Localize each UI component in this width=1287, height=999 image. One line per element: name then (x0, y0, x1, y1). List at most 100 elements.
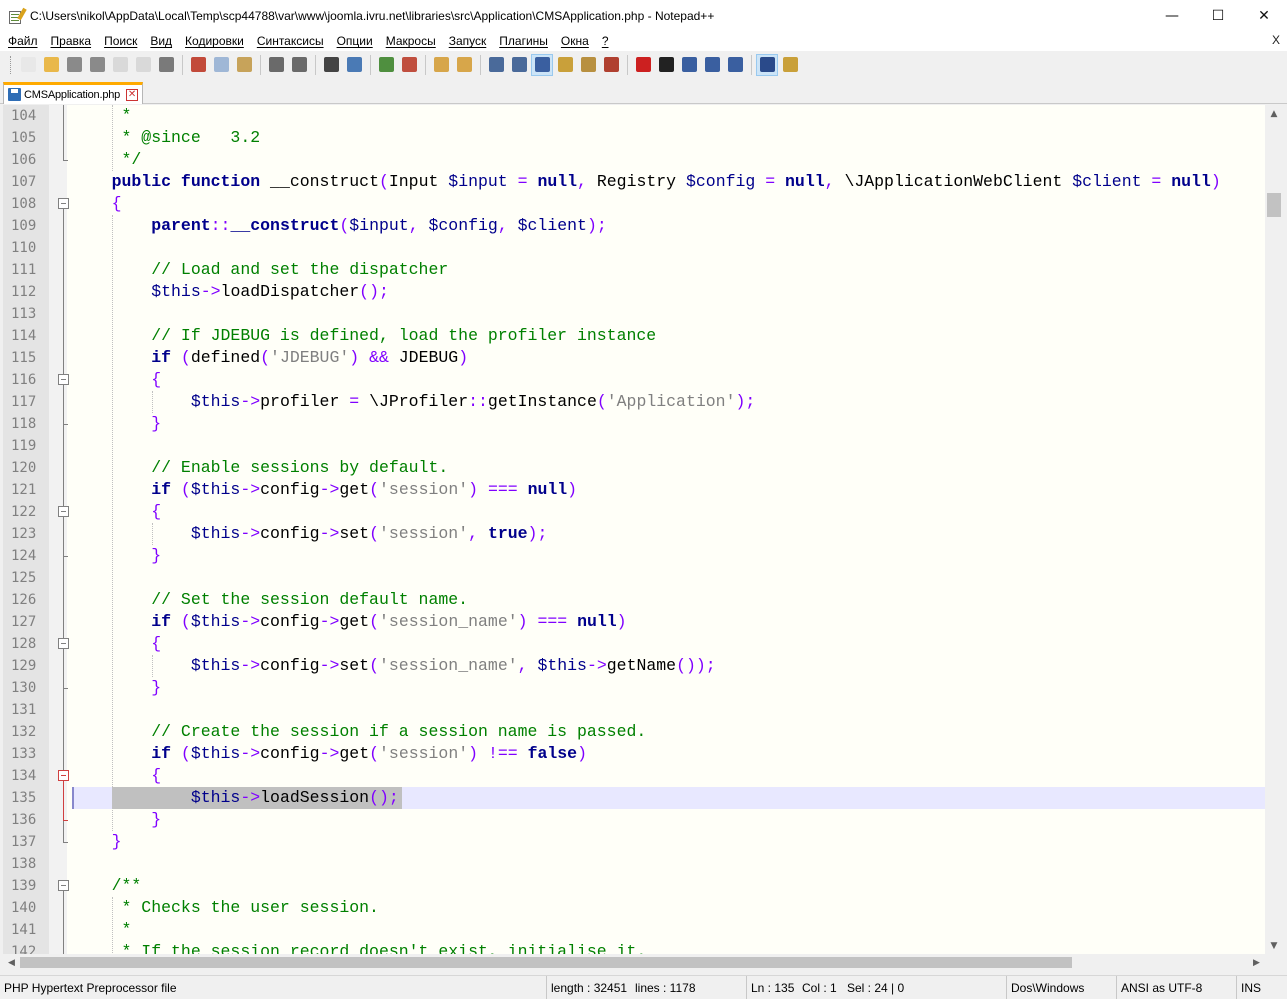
sync-horizontal-button[interactable] (453, 54, 475, 76)
fold-toggle-icon[interactable] (58, 638, 69, 649)
indent-guide-button[interactable] (531, 53, 553, 76)
code-line[interactable]: 127 if ($this->config->get('session_name… (3, 611, 1265, 633)
spell-settings-button[interactable] (779, 54, 801, 76)
code-line[interactable]: 111 // Load and set the dispatcher (3, 259, 1265, 281)
menu-file[interactable]: Файл (2, 34, 45, 48)
code-line[interactable]: 141 * (3, 919, 1265, 941)
menu-language[interactable]: Синтаксисы (251, 34, 331, 48)
save-all-button[interactable] (86, 54, 108, 76)
fold-toggle-icon[interactable] (58, 880, 69, 891)
code-line[interactable]: 137 } (3, 831, 1265, 853)
toolbar-grip[interactable] (10, 55, 13, 74)
menu-run[interactable]: Запуск (443, 34, 494, 48)
menu-edit[interactable]: Правка (45, 34, 99, 48)
record-macro-button[interactable] (632, 54, 654, 76)
tab-cmsapplication[interactable]: CMSApplication.php ✕ (3, 82, 144, 104)
code-line[interactable]: 104 * (3, 105, 1265, 127)
horizontal-scrollbar[interactable]: ◀ ▶ (3, 954, 1265, 971)
horizontal-scroll-thumb[interactable] (20, 957, 1072, 968)
code-editor[interactable]: 104 * 105 * @since 3.2 106 */107 public fu… (3, 105, 1265, 954)
code-line[interactable]: 108 { (3, 193, 1265, 215)
copy-button[interactable] (210, 54, 232, 76)
code-line[interactable]: 118 } (3, 413, 1265, 435)
status-eol[interactable]: Dos\Windows (1006, 976, 1084, 999)
spell-check-button[interactable] (756, 53, 778, 76)
code-line[interactable]: 114 // If JDEBUG is defined, load the pr… (3, 325, 1265, 347)
code-line[interactable]: 138 (3, 853, 1265, 875)
scroll-up-arrow[interactable]: ▲ (1265, 105, 1283, 122)
code-line[interactable]: 123 $this->config->set('session', true); (3, 523, 1265, 545)
code-line[interactable]: 131 (3, 699, 1265, 721)
close-document-button[interactable]: X (1272, 33, 1280, 47)
vertical-scrollbar[interactable]: ▲ ▼ (1265, 105, 1283, 954)
close-all-button[interactable] (132, 54, 154, 76)
code-line[interactable]: 115 if (defined('JDEBUG') && JDEBUG) (3, 347, 1265, 369)
open-file-button[interactable] (40, 54, 62, 76)
menu-macro[interactable]: Макросы (380, 34, 443, 48)
scroll-right-arrow[interactable]: ▶ (1248, 954, 1265, 971)
code-line[interactable]: 134 { (3, 765, 1265, 787)
menu-encoding[interactable]: Кодировки (179, 34, 251, 48)
code-line[interactable]: 126 // Set the session default name. (3, 589, 1265, 611)
status-insert-mode[interactable]: INS (1236, 976, 1261, 999)
code-line[interactable]: 113 (3, 303, 1265, 325)
save-macro-button[interactable] (724, 54, 746, 76)
new-file-button[interactable] (17, 54, 39, 76)
close-tab-icon[interactable]: ✕ (126, 88, 139, 101)
menu-plugins[interactable]: Плагины (493, 34, 555, 48)
code-line[interactable]: 128 { (3, 633, 1265, 655)
code-line[interactable]: 119 (3, 435, 1265, 457)
stop-record-button[interactable] (655, 54, 677, 76)
print-button[interactable] (155, 54, 177, 76)
find-button[interactable] (320, 54, 342, 76)
code-line[interactable]: 133 if ($this->config->get('session') !=… (3, 743, 1265, 765)
replace-button[interactable] (343, 54, 365, 76)
code-line[interactable]: 140 * Checks the user session. (3, 897, 1265, 919)
code-line[interactable]: 139 /** (3, 875, 1265, 897)
fold-toggle-icon[interactable] (58, 506, 69, 517)
play-macro-button[interactable] (678, 54, 700, 76)
close-button[interactable] (109, 54, 131, 76)
menu-settings[interactable]: Опции (331, 34, 380, 48)
code-line[interactable]: 106 */ (3, 149, 1265, 171)
code-line[interactable]: 122 { (3, 501, 1265, 523)
code-line[interactable]: 105 * @since 3.2 (3, 127, 1265, 149)
paste-button[interactable] (233, 54, 255, 76)
cut-button[interactable] (187, 54, 209, 76)
fold-toggle-icon[interactable] (58, 770, 69, 781)
code-line[interactable]: 124 } (3, 545, 1265, 567)
run-macro-multiple-button[interactable] (701, 54, 723, 76)
zoom-out-button[interactable] (398, 54, 420, 76)
code-line[interactable]: 125 (3, 567, 1265, 589)
code-line[interactable]: 112 $this->loadDispatcher(); (3, 281, 1265, 303)
vertical-scroll-thumb[interactable] (1267, 193, 1281, 217)
code-line[interactable]: 117 $this->profiler = \JProfiler::getIns… (3, 391, 1265, 413)
udl-button[interactable] (554, 54, 576, 76)
sync-vertical-button[interactable] (430, 54, 452, 76)
code-line[interactable]: 142 * If the session record doesn't exis… (3, 941, 1265, 954)
code-line[interactable]: 110 (3, 237, 1265, 259)
scroll-down-arrow[interactable]: ▼ (1265, 937, 1283, 954)
scroll-left-arrow[interactable]: ◀ (3, 954, 20, 971)
code-line[interactable]: 132 // Create the session if a session n… (3, 721, 1265, 743)
status-encoding[interactable]: ANSI as UTF-8 (1116, 976, 1202, 999)
code-line[interactable]: 136 } (3, 809, 1265, 831)
code-line[interactable]: 109 parent::__construct($input, $config,… (3, 215, 1265, 237)
menu-help[interactable]: ? (596, 34, 616, 48)
save-button[interactable] (63, 54, 85, 76)
redo-button[interactable] (288, 54, 310, 76)
undo-button[interactable] (265, 54, 287, 76)
doc-map-button[interactable] (577, 54, 599, 76)
maximize-button[interactable]: ☐ (1195, 0, 1241, 31)
code-line[interactable]: 120 // Enable sessions by default. (3, 457, 1265, 479)
code-line[interactable]: 116 { (3, 369, 1265, 391)
minimize-button[interactable]: — (1149, 0, 1195, 31)
fold-toggle-icon[interactable] (58, 374, 69, 385)
code-line[interactable]: 121 if ($this->config->get('session') ==… (3, 479, 1265, 501)
close-window-button[interactable]: ✕ (1241, 0, 1287, 31)
fold-toggle-icon[interactable] (58, 198, 69, 209)
word-wrap-button[interactable] (485, 54, 507, 76)
show-all-chars-button[interactable] (508, 54, 530, 76)
code-line[interactable]: 129 $this->config->set('session_name', $… (3, 655, 1265, 677)
zoom-in-button[interactable] (375, 54, 397, 76)
